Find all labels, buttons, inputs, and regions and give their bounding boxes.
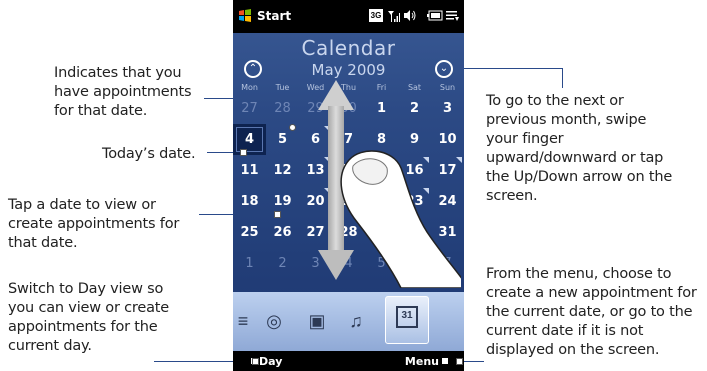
weekday-thu: Thu	[340, 83, 357, 92]
internet-tab[interactable]: ◎	[258, 306, 290, 336]
windows-logo-icon[interactable]	[238, 9, 252, 22]
annotation-today: Today’s date.	[102, 146, 196, 162]
calendar-date-cell[interactable]: 26	[266, 217, 299, 248]
calendar-date-cell[interactable]: 1	[365, 93, 398, 124]
calendar-date-cell[interactable]: 2	[266, 248, 299, 279]
day-softkey[interactable]: Day	[259, 355, 282, 368]
calendar-date-cell[interactable]: 1	[233, 248, 266, 279]
calendar-date-cell[interactable]: 2	[398, 93, 431, 124]
camera-tab[interactable]: ▣	[301, 306, 333, 336]
softkey-right-marker	[442, 358, 448, 364]
calendar-date-cell[interactable]: 3	[431, 93, 464, 124]
calendar-date-cell[interactable]: 27	[233, 93, 266, 124]
start-label[interactable]: Start	[257, 9, 291, 23]
status-bar: Start 3G	[233, 0, 464, 33]
annotation-navigate: To go to the next or previous month, swi…	[486, 93, 673, 204]
tab-bar: ≡ ◎ ▣ ♫ 31	[233, 292, 464, 351]
3g-icon: 3G	[369, 9, 383, 22]
finger-icon	[340, 150, 461, 288]
appointment-marker-dot	[289, 124, 296, 131]
annotation-tap-date: Tap a date to view or create appointment…	[8, 197, 180, 251]
weekday-fri: Fri	[376, 83, 387, 92]
next-month-button[interactable]: ⌄	[435, 60, 453, 78]
music-library-tab[interactable]: ≡	[233, 306, 253, 336]
calendar-date-cell[interactable]: 4	[233, 124, 266, 155]
battery-icon	[427, 10, 443, 21]
softkey-bar: Day Menu	[233, 351, 464, 371]
music-note-tab[interactable]: ♫	[340, 306, 372, 336]
calendar-title: Calendar	[301, 36, 396, 60]
weekday-sat: Sat	[407, 83, 422, 92]
connection-icon	[446, 11, 459, 21]
annotation-appointments: Indicates that you have appointments for…	[54, 65, 192, 119]
weekday-wed: Wed	[306, 83, 325, 92]
leader-navigate-v	[562, 68, 563, 88]
day-softkey-marker-dot	[252, 358, 259, 365]
calendar-date-cell[interactable]: 12	[266, 155, 299, 186]
signal-icon	[388, 11, 400, 22]
menu-softkey[interactable]: Menu	[405, 355, 439, 368]
calendar-date-cell[interactable]: 25	[233, 217, 266, 248]
calendar-date-cell[interactable]: 19	[266, 186, 299, 217]
weekday-sun: Sun	[439, 83, 456, 92]
calendar-date-cell[interactable]: 18	[233, 186, 266, 217]
phone-screen: Start 3G Calendar ⌃ May 2009 ⌄ 27 28 29 30 1…	[233, 0, 464, 371]
month-label: May 2009	[311, 61, 386, 79]
calendar-date-cell[interactable]: 11	[233, 155, 266, 186]
annotation-day-view: Switch to Day view so you can view or cr…	[8, 281, 169, 354]
calendar-tab[interactable]: 31	[385, 296, 429, 344]
weekday-tue: Tue	[275, 83, 290, 92]
weekday-mon: Mon	[241, 83, 258, 92]
calendar-tab-icon: 31	[396, 306, 418, 328]
tap-date-marker-dot	[274, 211, 281, 218]
calendar-date-cell[interactable]: 28	[266, 93, 299, 124]
menu-softkey-marker-dot	[456, 358, 463, 365]
volume-icon	[404, 10, 416, 21]
today-marker-dot	[240, 149, 247, 156]
annotation-menu: From the menu, choose to create a new ap…	[486, 266, 697, 358]
